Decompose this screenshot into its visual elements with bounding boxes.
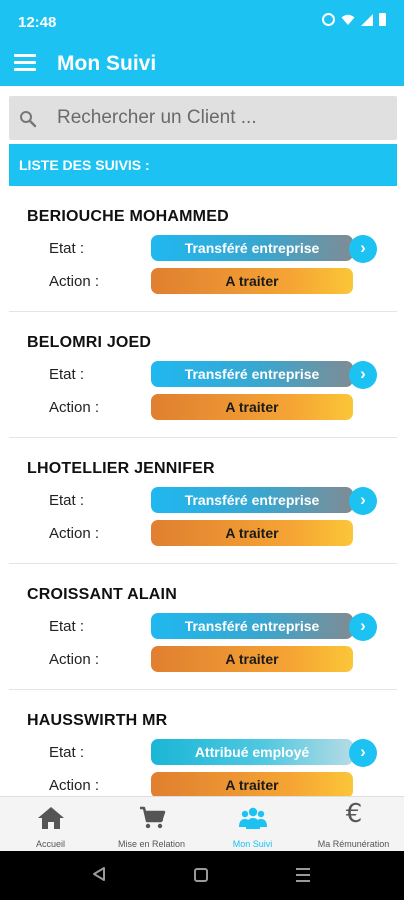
client-name: LHOTELLIER JENNIFER [27,460,215,477]
app-bar: Mon Suivi [0,42,404,86]
status-time: 12:48 [18,14,57,31]
client-card[interactable]: BERIOUCHE MOHAMMED Etat : Transféré entr… [9,186,397,312]
action-label: Action : [49,399,100,416]
etat-label: Etat : [49,240,85,257]
menu-icon[interactable] [14,54,36,72]
open-client-button[interactable]: › [349,613,377,641]
etat-badge: Transféré entreprise [151,613,353,639]
client-list[interactable]: BERIOUCHE MOHAMMED Etat : Transféré entr… [9,186,397,796]
open-client-button[interactable]: › [349,235,377,263]
action-label: Action : [49,273,100,290]
data-saver-icon [322,13,335,26]
nav-label: Ma Rémunération [317,839,390,849]
action-badge[interactable]: A traiter [151,772,353,796]
open-client-button[interactable]: › [349,361,377,389]
nav-item-mon-suivi[interactable]: Mon Suivi [202,797,303,852]
search-box [9,96,397,140]
wifi-icon [341,14,355,25]
etat-badge: Transféré entreprise [151,487,353,513]
nav-item-ma-remuneration[interactable]: € Ma Rémunération [303,797,404,852]
client-name: CROISSANT ALAIN [27,586,177,603]
nav-label: Accueil [35,839,65,849]
etat-badge: Transféré entreprise [151,235,353,261]
open-client-button[interactable]: › [349,487,377,515]
open-client-button[interactable]: › [349,739,377,767]
etat-label: Etat : [49,492,85,509]
action-badge[interactable]: A traiter [151,394,353,420]
action-label: Action : [49,777,100,794]
home-icon [38,807,64,829]
nav-item-accueil[interactable]: Accueil [0,797,101,852]
back-icon[interactable] [92,866,106,882]
people-icon [239,807,267,829]
home-button-icon[interactable] [194,868,208,882]
nav-item-mise-en-relation[interactable]: Mise en Relation [101,797,202,852]
action-label: Action : [49,525,100,542]
nav-label: Mise en Relation [117,839,186,849]
euro-icon: € [345,799,363,829]
search-input[interactable] [57,102,387,134]
client-card[interactable]: HAUSSWIRTH MR Etat : Attribué employé › … [9,690,397,796]
signal-icon [361,13,373,26]
nav-label: Mon Suivi [232,839,273,849]
etat-label: Etat : [49,744,85,761]
client-name: BELOMRI JOED [27,334,152,351]
etat-label: Etat : [49,618,85,635]
status-bar: 12:48 [0,0,404,42]
etat-badge: Transféré entreprise [151,361,353,387]
page-title: Mon Suivi [57,52,157,75]
client-name: BERIOUCHE MOHAMMED [27,208,229,225]
recent-apps-icon[interactable] [296,868,310,882]
client-card[interactable]: CROISSANT ALAIN Etat : Transféré entrepr… [9,564,397,690]
client-card[interactable]: LHOTELLIER JENNIFER Etat : Transféré ent… [9,438,397,564]
etat-label: Etat : [49,366,85,383]
cart-icon [140,806,166,829]
system-nav-bar [0,851,404,900]
battery-icon [379,13,386,26]
client-card[interactable]: BELOMRI JOED Etat : Transféré entreprise… [9,312,397,438]
action-label: Action : [49,651,100,668]
list-header: LISTE DES SUIVIS : [9,144,397,186]
action-badge[interactable]: A traiter [151,268,353,294]
bottom-nav: Accueil Mise en Relation Mon Suivi € Ma … [0,796,404,851]
action-badge[interactable]: A traiter [151,520,353,546]
search-icon [20,111,37,128]
client-name: HAUSSWIRTH MR [27,712,168,729]
action-badge[interactable]: A traiter [151,646,353,672]
status-icons [322,13,386,26]
etat-badge: Attribué employé [151,739,353,765]
